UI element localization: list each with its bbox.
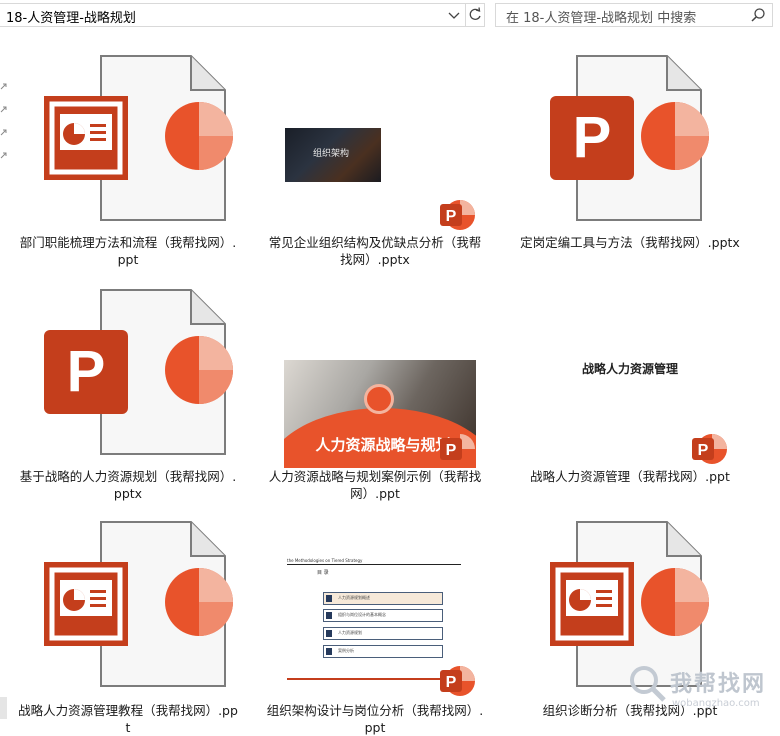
refresh-button[interactable] <box>465 4 485 26</box>
toc-row: 案例分析 <box>323 645 443 658</box>
search-placeholder[interactable]: 在 18-人资管理-战略规划 中搜索 <box>506 7 696 26</box>
scrollbar-thumb[interactable] <box>0 697 7 719</box>
pin-icon <box>0 152 7 159</box>
powerpoint-icon: P <box>440 200 475 230</box>
navigation-pane-edge <box>0 33 8 732</box>
toc-row: 组织与岗位设计的基本概念 <box>323 609 443 622</box>
pin-icon <box>0 106 7 113</box>
powerpoint-icon: P <box>692 434 727 464</box>
file-thumbnail <box>18 506 238 687</box>
powerpoint-legacy-icon <box>44 96 128 180</box>
powerpoint-icon: P <box>550 96 634 180</box>
toc-heading: the Methodologies on Tiered Strategy <box>287 558 363 563</box>
file-name[interactable]: 部门职能梳理方法和流程（我帮找网）.ppt <box>18 234 238 268</box>
slide-preview-title: 组织架构 <box>313 149 350 159</box>
slide-preview-title: 战略人力资源管理 <box>581 362 678 376</box>
powerpoint-icon: P <box>44 330 128 414</box>
watermark: 我帮找网 wobangzhao.com <box>620 660 780 732</box>
toc-bullet <box>326 612 332 619</box>
watermark-subtext: wobangzhao.com <box>672 698 760 709</box>
toc-row-text: 人力资源规划 <box>338 630 362 635</box>
file-thumbnail <box>520 506 740 687</box>
toc-title: 目 录 <box>317 570 329 576</box>
toc-row-text: 组织与岗位设计的基本概念 <box>338 612 386 617</box>
file-item[interactable]: 战略人力资源管理教程（我帮找网）.ppt <box>18 506 238 736</box>
file-item[interactable]: P 定岗定编工具与方法（我帮找网）.pptx <box>520 40 740 270</box>
toc-bullet <box>326 648 332 655</box>
chevron-down-icon[interactable] <box>446 7 462 23</box>
svg-text:P: P <box>446 208 457 225</box>
svg-text:P: P <box>698 442 709 459</box>
toc-row: 人力资源规划 <box>323 627 443 640</box>
file-thumbnail: 组织架构 P <box>265 40 485 230</box>
file-name[interactable]: 战略人力资源管理教程（我帮找网）.ppt <box>18 702 238 736</box>
pin-icon <box>0 83 7 90</box>
file-name[interactable]: 基于战略的人力资源规划（我帮找网）.pptx <box>18 468 238 502</box>
top-bar: 18-人资管理-战略规划 在 18-人资管理-战略规划 中搜索 <box>0 0 780 32</box>
file-item[interactable]: 战略人力资源管理 P 战略人力资源管理（我帮找网）.ppt <box>520 274 740 504</box>
powerpoint-legacy-icon <box>44 562 128 646</box>
address-bar[interactable]: 18-人资管理-战略规划 <box>0 3 485 27</box>
file-thumbnail: P <box>520 40 740 221</box>
pin-icon <box>0 129 7 136</box>
toc-row-text: 人力资源规划概述 <box>338 595 370 600</box>
slide-preview-toc: the Methodologies on Tiered Strategy 目 录… <box>287 558 461 680</box>
file-thumbnail: 战略人力资源管理 P <box>520 274 740 464</box>
address-path[interactable]: 18-人资管理-战略规划 <box>6 7 136 26</box>
file-item[interactable]: P 基于战略的人力资源规划（我帮找网）.pptx <box>18 274 238 504</box>
svg-text:P: P <box>446 442 457 459</box>
file-item[interactable]: 组织架构 P 常见企业组织结构及优缺点分析（我帮找网）.pptx <box>265 40 485 270</box>
file-name[interactable]: 常见企业组织结构及优缺点分析（我帮找网）.pptx <box>265 234 485 268</box>
powerpoint-legacy-icon <box>550 562 634 646</box>
toc-bullet <box>326 630 332 637</box>
divider <box>287 564 461 565</box>
file-name[interactable]: 战略人力资源管理（我帮找网）.ppt <box>520 468 740 485</box>
divider <box>287 678 461 680</box>
file-name[interactable]: 定岗定编工具与方法（我帮找网）.pptx <box>520 234 740 251</box>
refresh-icon <box>469 7 481 20</box>
powerpoint-icon: P <box>440 434 475 464</box>
file-name[interactable]: 人力资源战略与规划案例示例（我帮找网）.ppt <box>265 468 485 502</box>
toc-row-text: 案例分析 <box>338 648 354 653</box>
file-thumbnail: P <box>18 274 238 455</box>
file-thumbnail: the Methodologies on Tiered Strategy 目 录… <box>265 506 485 696</box>
svg-text:P: P <box>446 674 457 691</box>
search-icon[interactable] <box>750 7 766 23</box>
slide-preview-emblem <box>364 384 394 414</box>
file-item[interactable]: the Methodologies on Tiered Strategy 目 录… <box>265 506 485 736</box>
file-item[interactable]: 人力资源战略与规划 P 人力资源战略与规划案例示例（我帮找网）.ppt <box>265 274 485 504</box>
search-box[interactable]: 在 18-人资管理-战略规划 中搜索 <box>495 3 773 27</box>
file-name[interactable]: 组织架构设计与岗位分析（我帮找网）.ppt <box>265 702 485 736</box>
toc-bullet <box>326 595 332 602</box>
magnifier-logo-icon <box>630 666 666 702</box>
watermark-text: 我帮找网 <box>670 672 767 697</box>
powerpoint-icon: P <box>440 666 475 696</box>
file-thumbnail: 人力资源战略与规划 P <box>265 274 485 468</box>
toc-row: 人力资源规划概述 <box>323 592 443 605</box>
file-item[interactable]: 部门职能梳理方法和流程（我帮找网）.ppt <box>18 40 238 270</box>
file-thumbnail <box>18 40 238 221</box>
